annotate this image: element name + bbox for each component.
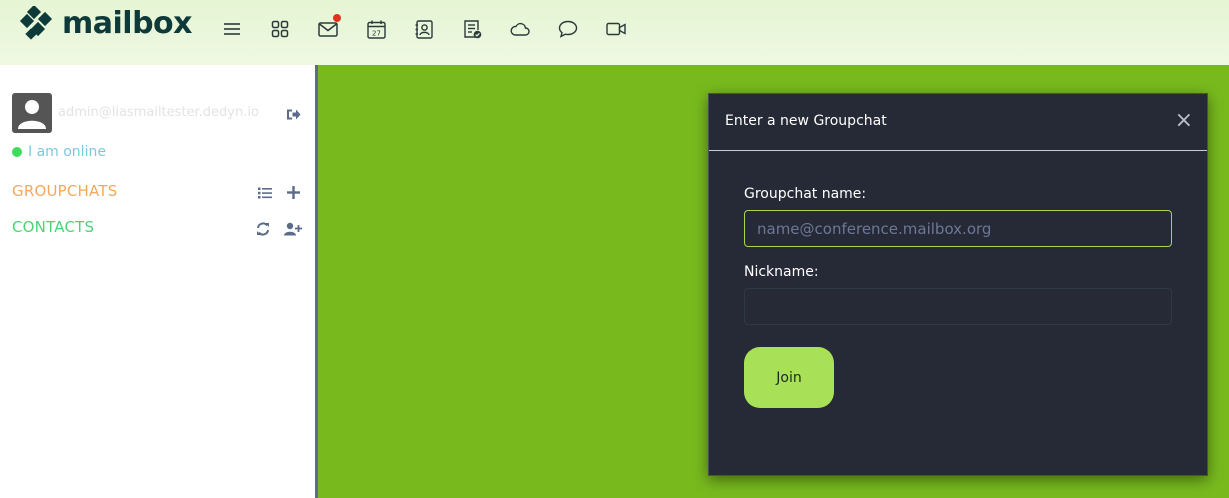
calendar-icon[interactable]: 27 (366, 18, 386, 40)
sidebar-divider[interactable] (315, 65, 318, 498)
refresh-icon[interactable] (256, 221, 270, 240)
mailbox-logo-icon (19, 6, 53, 40)
chat-sidebar: admin@liasmailtester.dedyn.io I am onlin… (0, 65, 315, 498)
user-email: admin@liasmailtester.dedyn.io (58, 105, 259, 120)
groupchats-heading[interactable]: GROUPCHATS (12, 182, 117, 200)
status-text: I am online (28, 144, 106, 160)
top-bar: mailbox 27 (0, 0, 1229, 65)
contacts-heading[interactable]: CONTACTS (12, 218, 94, 236)
menu-icon[interactable] (222, 18, 242, 40)
close-icon[interactable]: × (1175, 110, 1193, 132)
tasks-icon[interactable] (462, 18, 482, 40)
groupchat-name-label: Groupchat name: (744, 186, 867, 202)
logout-icon[interactable] (286, 106, 301, 125)
online-dot (12, 147, 22, 157)
unread-badge (333, 14, 341, 22)
calendar-day: 27 (372, 29, 381, 37)
nickname-input[interactable] (744, 288, 1172, 325)
app-switcher: 27 (222, 14, 654, 40)
dialog-header: Enter a new Groupchat × (709, 94, 1207, 151)
add-groupchat-icon[interactable] (287, 184, 300, 203)
dialog-title: Enter a new Groupchat (725, 113, 887, 129)
mailbox-logo[interactable]: mailbox (18, 6, 193, 42)
mail-icon[interactable] (318, 14, 341, 40)
apps-grid-icon[interactable] (270, 18, 290, 40)
presence-status[interactable]: I am online (12, 144, 106, 160)
add-contact-icon[interactable] (284, 221, 302, 240)
groupchat-name-input[interactable] (744, 210, 1172, 247)
chat-icon[interactable] (558, 18, 578, 40)
nickname-label: Nickname: (744, 264, 819, 280)
list-icon[interactable] (258, 184, 272, 203)
new-groupchat-dialog: Enter a new Groupchat × Groupchat name: … (708, 93, 1208, 476)
join-button[interactable]: Join (744, 347, 834, 408)
avatar[interactable] (12, 93, 52, 133)
video-icon[interactable] (606, 18, 626, 40)
cloud-icon[interactable] (510, 18, 530, 40)
logo-text: mailbox (62, 6, 193, 41)
contacts-icon[interactable] (414, 18, 434, 40)
